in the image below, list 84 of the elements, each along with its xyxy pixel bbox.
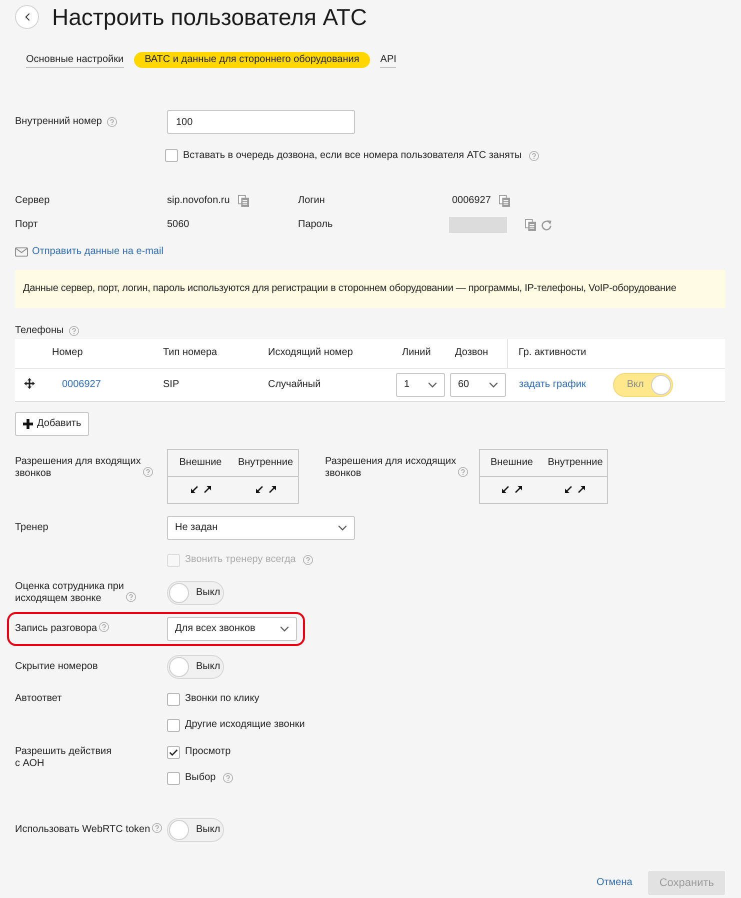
chevron-down-icon (280, 626, 289, 632)
checkbox-label: Звонки по клику (185, 693, 260, 705)
section-label: Телефоны (15, 325, 64, 337)
copy-icon[interactable] (525, 219, 536, 231)
add-button[interactable]: Добавить (15, 412, 90, 436)
chevron-left-icon (24, 13, 30, 21)
column-header: Номер (52, 339, 163, 368)
checkbox[interactable] (167, 718, 180, 732)
field-label: Автоответ (15, 692, 62, 704)
field-label: Разрешить действия с АОН (15, 746, 112, 770)
cancel-link[interactable]: Отмена (596, 876, 632, 888)
phone-number-link[interactable]: 0006927 (62, 378, 101, 390)
toggle-switch[interactable]: Выкл (167, 654, 224, 678)
field-label: Порт (15, 219, 38, 231)
arrow-down-left-icon (502, 486, 509, 493)
email-link[interactable]: Отправить данные на e-mail (32, 246, 164, 258)
checkbox[interactable] (167, 772, 180, 784)
column-header: Гр. активности (507, 339, 725, 368)
arrow-up-right-icon (204, 486, 210, 493)
column-header: Исходящий номер (268, 339, 396, 368)
field-label: Логин (298, 195, 325, 207)
toggle-knob[interactable] (169, 582, 189, 602)
settings-dropdown[interactable]: Для всех звонков (167, 616, 297, 640)
field-value: sip.novofon.ru (167, 195, 230, 207)
field-label: Разрешения для входящих звонков (15, 456, 141, 480)
copy-icon[interactable] (238, 195, 249, 207)
move-icon[interactable] (24, 378, 35, 390)
field-label: Запись разговора (15, 623, 98, 634)
checkbox-label: Вставать в очередь дозвона, если все номера пользователя АТС заняты (183, 150, 522, 162)
arrow-down-left-icon (256, 486, 262, 493)
back-button[interactable] (15, 5, 39, 29)
checkbox-label: Просмотр (185, 746, 231, 758)
checkbox-label: Звонить тренеру всегда (185, 554, 296, 566)
tab[interactable]: Основные настройки (26, 52, 124, 68)
toggle-switch[interactable]: Выкл (167, 818, 224, 842)
arrow-up-right-icon (578, 486, 586, 493)
settings-dropdown[interactable]: Не задан (167, 516, 355, 540)
field-label: Скрытие номеров (15, 660, 98, 672)
field-label: Пароль (298, 219, 333, 231)
toggle-knob[interactable] (169, 656, 189, 676)
arrow-down-left-icon (190, 486, 198, 493)
toggle-switch[interactable]: Выкл (167, 580, 224, 604)
column-header: Линий (396, 339, 450, 368)
copy-icon[interactable] (498, 195, 510, 207)
field-value: 0006927 (452, 195, 491, 207)
toggle-knob[interactable] (650, 374, 671, 394)
refresh-icon[interactable] (541, 220, 552, 230)
column-header: Внутренние (546, 456, 604, 468)
chevron-down-icon (338, 524, 347, 530)
plus-icon (23, 418, 33, 428)
checkbox-label: Выбор (185, 772, 216, 784)
arrow-up-right-icon (268, 486, 276, 493)
field-label: Оценка сотрудника при исходящем звонке (15, 580, 124, 604)
tab[interactable]: ВАТС и данные для стороннего оборудования (134, 52, 370, 68)
notice-text: Данные сервер, порт, логин, пароль используются для регистрации в стороннем оборудовании — программы, IP-телефоны, VoIP-оборудование (23, 283, 676, 295)
arrow-up-right-icon (514, 486, 522, 493)
tab[interactable]: API (380, 52, 396, 68)
field-value: 5060 (167, 219, 190, 231)
checkbox-label: Другие исходящие звонки (185, 719, 305, 731)
checkbox[interactable] (165, 149, 178, 162)
field-label: Внутренний номер (15, 116, 102, 128)
dial-time-dropdown[interactable]: 60 (450, 372, 506, 396)
column-header: Внешние (490, 456, 534, 468)
column-header: Тип номера (163, 339, 268, 368)
page-title: Настроить пользователя АТС (52, 3, 368, 31)
lines-dropdown[interactable]: 1 (396, 372, 445, 396)
chevron-down-icon (489, 382, 498, 388)
column-header: Внутренние (236, 456, 294, 468)
field-label: Разрешения для исходящих звонков (325, 456, 456, 480)
table-cell: SIP (163, 368, 268, 401)
checkbox[interactable] (167, 746, 180, 758)
arrow-down-left-icon (565, 486, 572, 493)
chevron-down-icon (428, 382, 437, 388)
check-icon (169, 748, 178, 756)
extension-input[interactable]: 100 (167, 110, 355, 134)
envelope-icon (15, 247, 28, 257)
column-header: Дозвон (450, 339, 507, 368)
column-header: Внешние (178, 456, 223, 468)
toggle-knob[interactable] (169, 820, 189, 840)
checkbox[interactable] (167, 692, 180, 706)
field-label: Использовать WebRTC token (15, 824, 150, 835)
field-label: Тренер (15, 522, 48, 532)
schedule-link[interactable]: задать график (519, 378, 586, 390)
field-label: Сервер (15, 195, 50, 207)
